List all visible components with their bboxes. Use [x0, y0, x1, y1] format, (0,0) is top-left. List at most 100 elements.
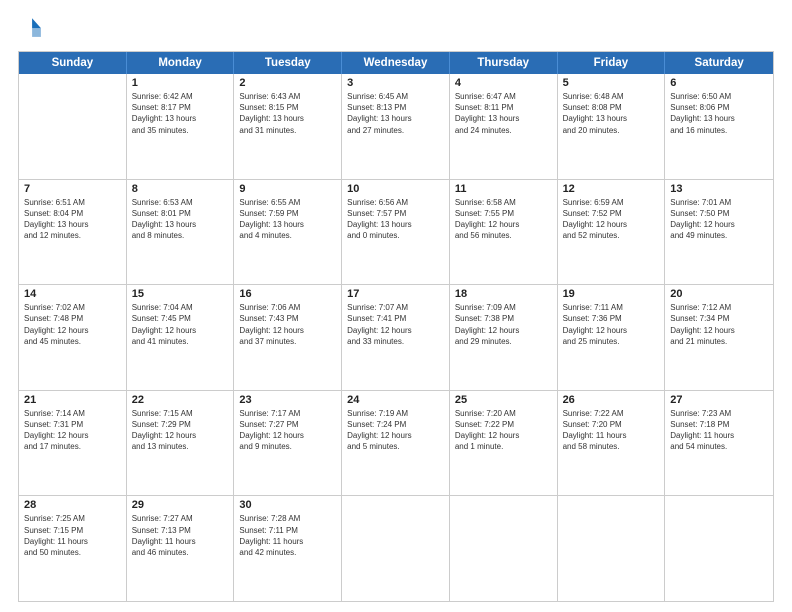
calendar-body: 1 Sunrise: 6:42 AM Sunset: 8:17 PM Daylig…: [19, 74, 773, 601]
cell-info: Sunrise: 6:56 AM Sunset: 7:57 PM Dayligh…: [347, 197, 444, 242]
day-number: 17: [347, 288, 444, 300]
cal-cell: 3Sunrise: 6:45 AM Sunset: 8:13 PM Daylig…: [342, 74, 450, 179]
day-number: 27: [670, 394, 768, 406]
cell-info: Sunrise: 6:58 AM Sunset: 7:55 PM Dayligh…: [455, 197, 552, 242]
cal-cell: 8Sunrise: 6:53 AM Sunset: 8:01 PM Daylig…: [127, 180, 235, 285]
cal-cell: 20 Sunrise: 7:12 AM Sunset: 7:34 PM Dayli…: [665, 285, 773, 390]
cal-cell: 2 Sunrise: 6:43 AM Sunset: 8:15 PM Daylig…: [234, 74, 342, 179]
cal-cell: 28 Sunrise: 7:25 AM Sunset: 7:15 PM Dayli…: [19, 496, 127, 601]
cell-info: Sunrise: 7:06 AM Sunset: 7:43 PM Dayligh…: [239, 302, 336, 347]
week-row-3: 14 Sunrise: 7:02 AM Sunset: 7:48 PM Dayli…: [19, 285, 773, 391]
cell-info: Sunrise: 6:48 AM Sunset: 8:08 PM Dayligh…: [563, 91, 660, 136]
cal-cell: [19, 74, 127, 179]
day-number: 2: [239, 77, 336, 89]
cal-cell: 24Sunrise: 7:19 AM Sunset: 7:24 PM Dayli…: [342, 391, 450, 496]
page: SundayMondayTuesdayWednesdayThursdayFrid…: [0, 0, 792, 612]
day-number: 23: [239, 394, 336, 406]
day-number: 25: [455, 394, 552, 406]
cell-info: Sunrise: 6:45 AM Sunset: 8:13 PM Dayligh…: [347, 91, 444, 136]
day-number: 1: [132, 77, 229, 89]
cell-info: Sunrise: 7:25 AM Sunset: 7:15 PM Dayligh…: [24, 513, 121, 558]
cell-info: Sunrise: 7:15 AM Sunset: 7:29 PM Dayligh…: [132, 408, 229, 453]
cal-cell: 16 Sunrise: 7:06 AM Sunset: 7:43 PM Dayli…: [234, 285, 342, 390]
cal-cell: 27 Sunrise: 7:23 AM Sunset: 7:18 PM Dayli…: [665, 391, 773, 496]
cal-cell: 25Sunrise: 7:20 AM Sunset: 7:22 PM Dayli…: [450, 391, 558, 496]
cal-cell: [450, 496, 558, 601]
day-number: 4: [455, 77, 552, 89]
day-number: 11: [455, 183, 552, 195]
cal-cell: 9 Sunrise: 6:55 AM Sunset: 7:59 PM Daylig…: [234, 180, 342, 285]
logo: [18, 16, 44, 43]
day-number: 14: [24, 288, 121, 300]
cal-cell: 12 Sunrise: 6:59 AM Sunset: 7:52 PM Dayli…: [558, 180, 666, 285]
cal-cell: 19Sunrise: 7:11 AM Sunset: 7:36 PM Dayli…: [558, 285, 666, 390]
day-number: 10: [347, 183, 444, 195]
day-number: 5: [563, 77, 660, 89]
cell-info: Sunrise: 7:22 AM Sunset: 7:20 PM Dayligh…: [563, 408, 660, 453]
cal-cell: 1 Sunrise: 6:42 AM Sunset: 8:17 PM Daylig…: [127, 74, 235, 179]
cell-info: Sunrise: 7:28 AM Sunset: 7:11 PM Dayligh…: [239, 513, 336, 558]
cal-cell: 23 Sunrise: 7:17 AM Sunset: 7:27 PM Dayli…: [234, 391, 342, 496]
day-number: 12: [563, 183, 660, 195]
cell-info: Sunrise: 7:19 AM Sunset: 7:24 PM Dayligh…: [347, 408, 444, 453]
header: [18, 16, 774, 43]
week-row-4: 21 Sunrise: 7:14 AM Sunset: 7:31 PM Dayli…: [19, 391, 773, 497]
cell-info: Sunrise: 6:55 AM Sunset: 7:59 PM Dayligh…: [239, 197, 336, 242]
calendar-header: SundayMondayTuesdayWednesdayThursdayFrid…: [19, 52, 773, 74]
cell-info: Sunrise: 7:02 AM Sunset: 7:48 PM Dayligh…: [24, 302, 121, 347]
week-row-5: 28 Sunrise: 7:25 AM Sunset: 7:15 PM Dayli…: [19, 496, 773, 601]
cell-info: Sunrise: 7:07 AM Sunset: 7:41 PM Dayligh…: [347, 302, 444, 347]
cell-info: Sunrise: 6:43 AM Sunset: 8:15 PM Dayligh…: [239, 91, 336, 136]
header-day-wednesday: Wednesday: [342, 52, 450, 74]
day-number: 9: [239, 183, 336, 195]
cell-info: Sunrise: 6:53 AM Sunset: 8:01 PM Dayligh…: [132, 197, 229, 242]
day-number: 18: [455, 288, 552, 300]
day-number: 21: [24, 394, 121, 406]
cell-info: Sunrise: 6:51 AM Sunset: 8:04 PM Dayligh…: [24, 197, 121, 242]
day-number: 30: [239, 499, 336, 511]
calendar: SundayMondayTuesdayWednesdayThursdayFrid…: [18, 51, 774, 602]
day-number: 20: [670, 288, 768, 300]
cal-cell: 10 Sunrise: 6:56 AM Sunset: 7:57 PM Dayli…: [342, 180, 450, 285]
cell-info: Sunrise: 6:47 AM Sunset: 8:11 PM Dayligh…: [455, 91, 552, 136]
cal-cell: 26 Sunrise: 7:22 AM Sunset: 7:20 PM Dayli…: [558, 391, 666, 496]
cell-info: Sunrise: 7:04 AM Sunset: 7:45 PM Dayligh…: [132, 302, 229, 347]
day-number: 22: [132, 394, 229, 406]
day-number: 29: [132, 499, 229, 511]
day-number: 13: [670, 183, 768, 195]
cal-cell: 6Sunrise: 6:50 AM Sunset: 8:06 PM Daylig…: [665, 74, 773, 179]
day-number: 26: [563, 394, 660, 406]
header-day-thursday: Thursday: [450, 52, 558, 74]
cal-cell: 15 Sunrise: 7:04 AM Sunset: 7:45 PM Dayli…: [127, 285, 235, 390]
week-row-1: 1 Sunrise: 6:42 AM Sunset: 8:17 PM Daylig…: [19, 74, 773, 180]
header-day-tuesday: Tuesday: [234, 52, 342, 74]
week-row-2: 7 Sunrise: 6:51 AM Sunset: 8:04 PM Daylig…: [19, 180, 773, 286]
cal-cell: [342, 496, 450, 601]
day-number: 15: [132, 288, 229, 300]
cal-cell: [558, 496, 666, 601]
cell-info: Sunrise: 7:17 AM Sunset: 7:27 PM Dayligh…: [239, 408, 336, 453]
cal-cell: 5 Sunrise: 6:48 AM Sunset: 8:08 PM Daylig…: [558, 74, 666, 179]
cal-cell: 18 Sunrise: 7:09 AM Sunset: 7:38 PM Dayli…: [450, 285, 558, 390]
cell-info: Sunrise: 6:42 AM Sunset: 8:17 PM Dayligh…: [132, 91, 229, 136]
header-day-sunday: Sunday: [19, 52, 127, 74]
cal-cell: 17 Sunrise: 7:07 AM Sunset: 7:41 PM Dayli…: [342, 285, 450, 390]
cell-info: Sunrise: 7:12 AM Sunset: 7:34 PM Dayligh…: [670, 302, 768, 347]
day-number: 28: [24, 499, 121, 511]
cell-info: Sunrise: 7:09 AM Sunset: 7:38 PM Dayligh…: [455, 302, 552, 347]
header-day-friday: Friday: [558, 52, 666, 74]
cal-cell: 30 Sunrise: 7:28 AM Sunset: 7:11 PM Dayli…: [234, 496, 342, 601]
cell-info: Sunrise: 6:50 AM Sunset: 8:06 PM Dayligh…: [670, 91, 768, 136]
cell-info: Sunrise: 7:14 AM Sunset: 7:31 PM Dayligh…: [24, 408, 121, 453]
cell-info: Sunrise: 7:01 AM Sunset: 7:50 PM Dayligh…: [670, 197, 768, 242]
logo-icon: [20, 16, 42, 38]
day-number: 7: [24, 183, 121, 195]
cell-info: Sunrise: 7:23 AM Sunset: 7:18 PM Dayligh…: [670, 408, 768, 453]
cell-info: Sunrise: 6:59 AM Sunset: 7:52 PM Dayligh…: [563, 197, 660, 242]
cal-cell: 7 Sunrise: 6:51 AM Sunset: 8:04 PM Daylig…: [19, 180, 127, 285]
cal-cell: [665, 496, 773, 601]
cal-cell: 4 Sunrise: 6:47 AM Sunset: 8:11 PM Daylig…: [450, 74, 558, 179]
cal-cell: 11 Sunrise: 6:58 AM Sunset: 7:55 PM Dayli…: [450, 180, 558, 285]
header-day-saturday: Saturday: [665, 52, 773, 74]
day-number: 16: [239, 288, 336, 300]
